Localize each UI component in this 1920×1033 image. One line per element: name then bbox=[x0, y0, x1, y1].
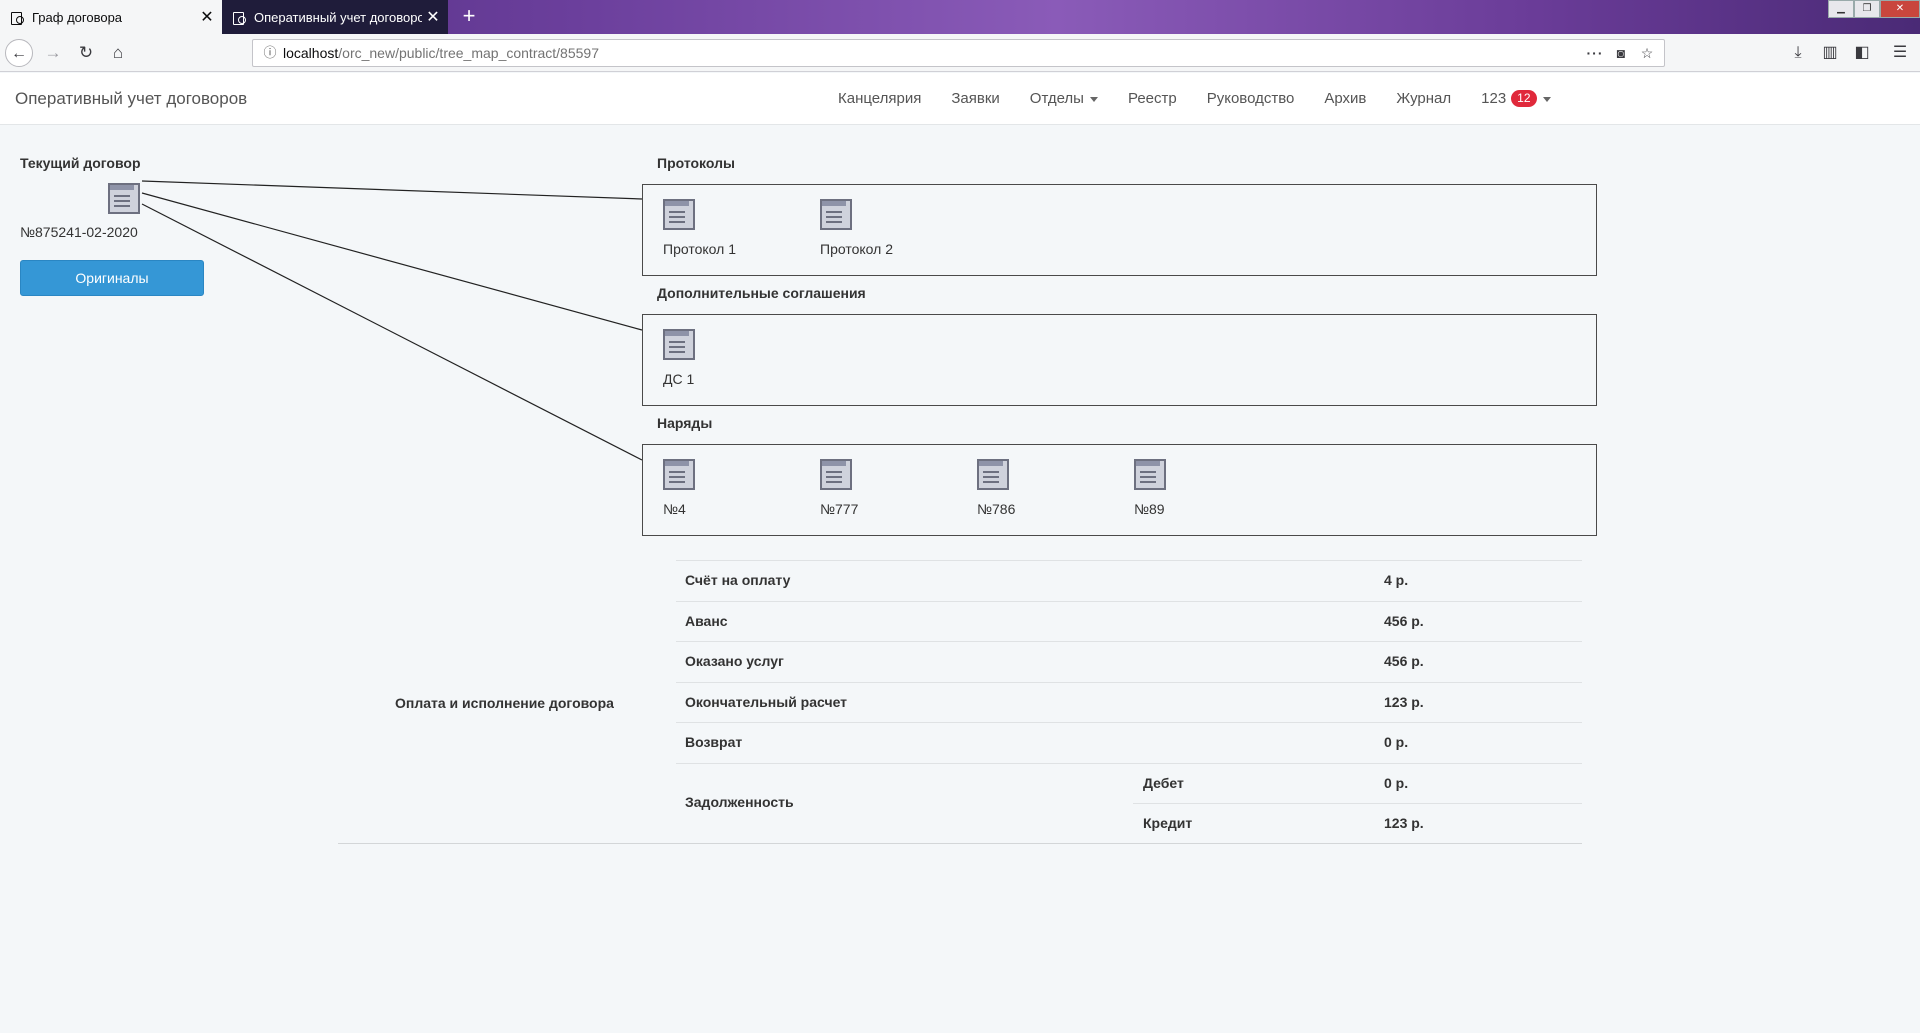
agreements-box: ДС 1 bbox=[642, 314, 1597, 406]
row-label: Возврат bbox=[685, 734, 743, 750]
row-value: 123 р. bbox=[1384, 815, 1424, 831]
document-icon bbox=[977, 459, 1009, 491]
row-value: 123 р. bbox=[1384, 693, 1424, 710]
row-label: Счёт на оплату bbox=[685, 572, 791, 588]
table-row: Возврат 0 р. bbox=[676, 722, 1582, 763]
row-value: 0 р. bbox=[1384, 774, 1409, 791]
item-label: №786 bbox=[977, 501, 1016, 517]
payment-heading: Оплата и исполнение договора bbox=[395, 695, 614, 711]
row-label: Аванс bbox=[685, 612, 728, 629]
agreements-heading: Дополнительные соглашения bbox=[657, 285, 866, 301]
protocols-box: Протокол 1 Протокол 2 bbox=[642, 184, 1597, 276]
row-value: 4 р. bbox=[1384, 572, 1409, 588]
protocols-heading: Протоколы bbox=[657, 155, 735, 171]
item-label: №4 bbox=[663, 501, 686, 517]
table-row: Аванс 456 р. bbox=[676, 600, 1582, 642]
item-label: №89 bbox=[1134, 501, 1165, 517]
table-row: Дебет 0 р. bbox=[676, 762, 1582, 804]
row-value: 456 р. bbox=[1384, 612, 1424, 629]
current-contract-heading: Текущий договор bbox=[20, 155, 141, 171]
item-label: Протокол 1 bbox=[663, 241, 736, 257]
table-row: Счёт на оплату 4 р. bbox=[676, 560, 1582, 601]
document-icon bbox=[820, 459, 852, 491]
orders-heading: Наряды bbox=[657, 415, 713, 431]
table-row: Оказано услуг 456 р. bbox=[676, 641, 1582, 682]
table-bottom-border bbox=[338, 843, 1582, 844]
payment-table: Счёт на оплату 4 р. Аванс 456 р. Оказано… bbox=[676, 560, 1582, 844]
document-icon bbox=[663, 459, 695, 491]
originals-button[interactable]: Оригиналы bbox=[20, 260, 204, 296]
row-sublabel: Дебет bbox=[1143, 774, 1184, 791]
row-label: Окончательный расчет bbox=[685, 693, 848, 710]
table-row: Кредит 123 р. bbox=[1133, 803, 1582, 844]
document-icon bbox=[1134, 459, 1166, 491]
document-icon bbox=[820, 199, 852, 231]
orders-box: №4 №777 №786 №89 bbox=[642, 444, 1597, 536]
row-value: 0 р. bbox=[1384, 734, 1409, 750]
item-label: ДС 1 bbox=[663, 371, 695, 387]
debt-label: Задолженность bbox=[685, 794, 794, 810]
item-label: Протокол 2 bbox=[820, 241, 893, 257]
row-label: Оказано услуг bbox=[685, 653, 784, 669]
contract-number: №875241-02-2020 bbox=[20, 224, 138, 240]
document-icon bbox=[663, 199, 695, 231]
contract-document-icon[interactable] bbox=[108, 183, 140, 215]
row-sublabel: Кредит bbox=[1143, 815, 1193, 831]
table-row: Окончательный расчет 123 р. bbox=[676, 681, 1582, 723]
row-value: 456 р. bbox=[1384, 653, 1424, 669]
document-icon bbox=[663, 329, 695, 361]
item-label: №777 bbox=[820, 501, 859, 517]
